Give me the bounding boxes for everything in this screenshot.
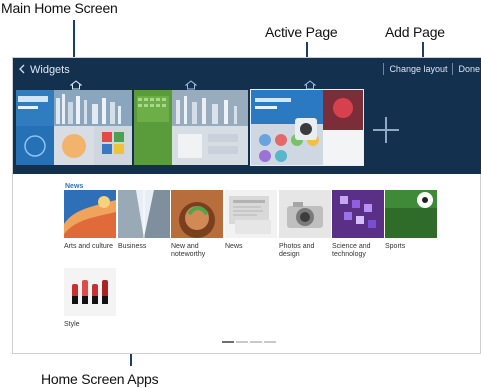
- callout-home-screen-apps: Home Screen Apps: [41, 371, 159, 387]
- app-label: Business: [118, 243, 147, 250]
- callout-add-page: Add Page: [385, 24, 445, 40]
- change-layout-button[interactable]: Change layout: [389, 64, 447, 74]
- app-thumbnail: [64, 190, 116, 238]
- page-thumbnail-image: [251, 90, 363, 165]
- callout-main-home-screen: Main Home Screen: [1, 0, 118, 16]
- app-thumbnail: [64, 268, 116, 316]
- pager-dots: [222, 341, 276, 343]
- back-chevron-icon[interactable]: [14, 63, 30, 77]
- app-tile[interactable]: Arts and culture: [64, 190, 116, 251]
- app-label: Sports: [385, 243, 406, 250]
- title-bar: Widgets Change layout Done: [13, 58, 481, 82]
- active-home-page-thumbnail[interactable]: [250, 89, 364, 166]
- app-tile[interactable]: New and noteworthy: [171, 190, 223, 259]
- app-tile[interactable]: News: [225, 190, 277, 251]
- apps-section-title: News: [65, 183, 84, 190]
- app-tile[interactable]: Photos and design: [279, 190, 331, 259]
- home-pages-area: [13, 80, 481, 172]
- app-tile[interactable]: Sports: [385, 190, 437, 251]
- app-tile[interactable]: Style: [64, 268, 116, 329]
- page-thumbnail-image: [16, 90, 132, 165]
- app-thumbnail: [332, 190, 384, 238]
- add-page-button[interactable]: [373, 117, 399, 143]
- app-thumbnail: [225, 190, 277, 238]
- top-panel: Widgets Change layout Done: [13, 58, 481, 174]
- app-label: Photos and design: [279, 243, 315, 258]
- app-label: News: [225, 243, 243, 250]
- home-page-thumbnail[interactable]: [16, 90, 132, 165]
- app-label: Style: [64, 321, 80, 328]
- app-thumbnail: [171, 190, 223, 238]
- pager-dot[interactable]: [222, 341, 234, 343]
- app-tile[interactable]: Science and technology: [332, 190, 384, 259]
- callout-active-page: Active Page: [265, 24, 338, 40]
- page-title: Widgets: [30, 64, 70, 76]
- app-thumbnail: [279, 190, 331, 238]
- header-separator: [383, 63, 385, 75]
- pager-dot[interactable]: [250, 341, 262, 343]
- app-label: Science and technology: [332, 243, 371, 258]
- pager-dot[interactable]: [264, 341, 276, 343]
- plus-icon: [385, 117, 387, 143]
- done-button[interactable]: Done: [458, 64, 480, 74]
- app-label: Arts and culture: [64, 243, 114, 250]
- pager-dot[interactable]: [236, 341, 248, 343]
- header-separator: [452, 63, 454, 75]
- page-thumbnail-image: [134, 90, 248, 165]
- app-label: New and noteworthy: [171, 243, 206, 258]
- app-thumbnail: [385, 190, 437, 238]
- home-page-thumbnail[interactable]: [134, 90, 248, 165]
- header-actions: Change layout Done: [378, 63, 480, 75]
- device-screen: Widgets Change layout Done News Arts and…: [12, 57, 481, 354]
- app-thumbnail: [118, 190, 170, 238]
- app-tile[interactable]: Business: [118, 190, 170, 251]
